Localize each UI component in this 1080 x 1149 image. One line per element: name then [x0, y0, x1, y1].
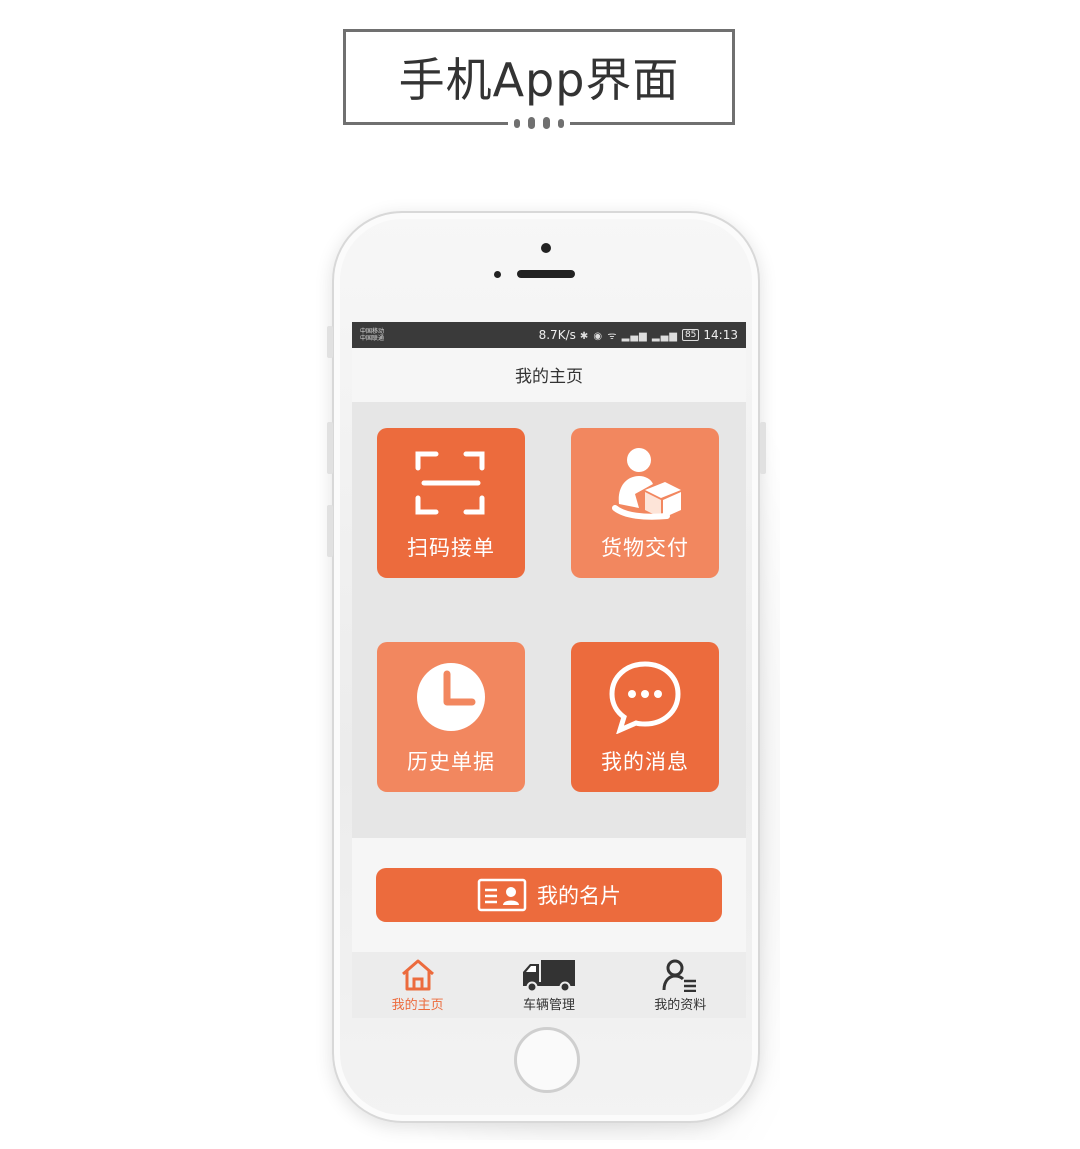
tab-home[interactable]: 我的主页 — [358, 958, 478, 1013]
mute-switch — [327, 326, 333, 358]
profile-icon — [662, 959, 697, 992]
home-icon — [401, 959, 434, 990]
id-card-icon — [477, 878, 527, 912]
battery-icon: 85 — [681, 329, 700, 341]
tab-label: 我的资料 — [654, 997, 707, 1013]
earpiece-speaker — [517, 270, 575, 278]
chat-bubble-icon — [609, 661, 681, 734]
tab-label: 车辆管理 — [522, 997, 575, 1013]
tab-vehicles[interactable]: 车辆管理 — [489, 958, 609, 1013]
tab-label: 我的主页 — [391, 997, 444, 1013]
page-title: 手机App界面 — [398, 53, 680, 107]
my-card-button[interactable]: 我的名片 — [376, 868, 722, 922]
nav-bar: 我的主页 — [352, 348, 746, 400]
status-bar: 中国移动 中国联通 8.7K/s ✱ ◉ ᯤ ▂▄▆ ▂▄▆ 85 14:13 — [352, 322, 746, 348]
tab-bar: 我的主页 车辆管理 我的资料 — [352, 952, 746, 1018]
clock-icon — [417, 663, 485, 731]
tile-label: 我的消息 — [601, 750, 689, 774]
volume-up-button — [327, 422, 333, 474]
tab-profile[interactable]: 我的资料 — [620, 958, 740, 1013]
front-camera — [494, 271, 501, 278]
tile-label: 货物交付 — [601, 536, 689, 560]
volume-down-button — [327, 505, 333, 557]
status-time: 14:13 — [703, 328, 738, 342]
screen-title: 我的主页 — [515, 366, 583, 387]
network-speed: 8.7K/s — [538, 328, 576, 342]
scan-icon — [415, 451, 485, 515]
carrier-2: 中国联通 — [360, 335, 385, 342]
tile-label: 扫码接单 — [407, 536, 495, 560]
carrier-info: 中国移动 中国联通 — [360, 328, 384, 342]
truck-icon — [522, 959, 575, 992]
power-button — [760, 422, 766, 474]
tile-messages[interactable]: 我的消息 — [571, 642, 719, 792]
tile-delivery[interactable]: 货物交付 — [571, 428, 719, 578]
tile-label: 历史单据 — [407, 750, 495, 774]
title-box: 手机App界面 — [343, 29, 735, 130]
my-card-label: 我的名片 — [537, 884, 621, 908]
tile-scan-order[interactable]: 扫码接单 — [377, 428, 525, 578]
delivery-person-icon — [612, 448, 681, 520]
title-decoration-dots — [508, 116, 570, 130]
proximity-sensor — [541, 243, 551, 253]
home-button[interactable] — [514, 1027, 580, 1093]
tile-history[interactable]: 历史单据 — [377, 642, 525, 792]
status-icons: ✱ ◉ ᯤ ▂▄▆ ▂▄▆ — [579, 331, 678, 342]
phone-screen: 中国移动 中国联通 8.7K/s ✱ ◉ ᯤ ▂▄▆ ▂▄▆ 85 14:13 … — [352, 322, 746, 1018]
carrier-1: 中国移动 — [360, 328, 385, 335]
function-grid: 扫码接单 货物交付 历史单据 我的消息 — [352, 402, 746, 838]
status-right: 8.7K/s ✱ ◉ ᯤ ▂▄▆ ▂▄▆ 85 14:13 — [539, 328, 738, 342]
